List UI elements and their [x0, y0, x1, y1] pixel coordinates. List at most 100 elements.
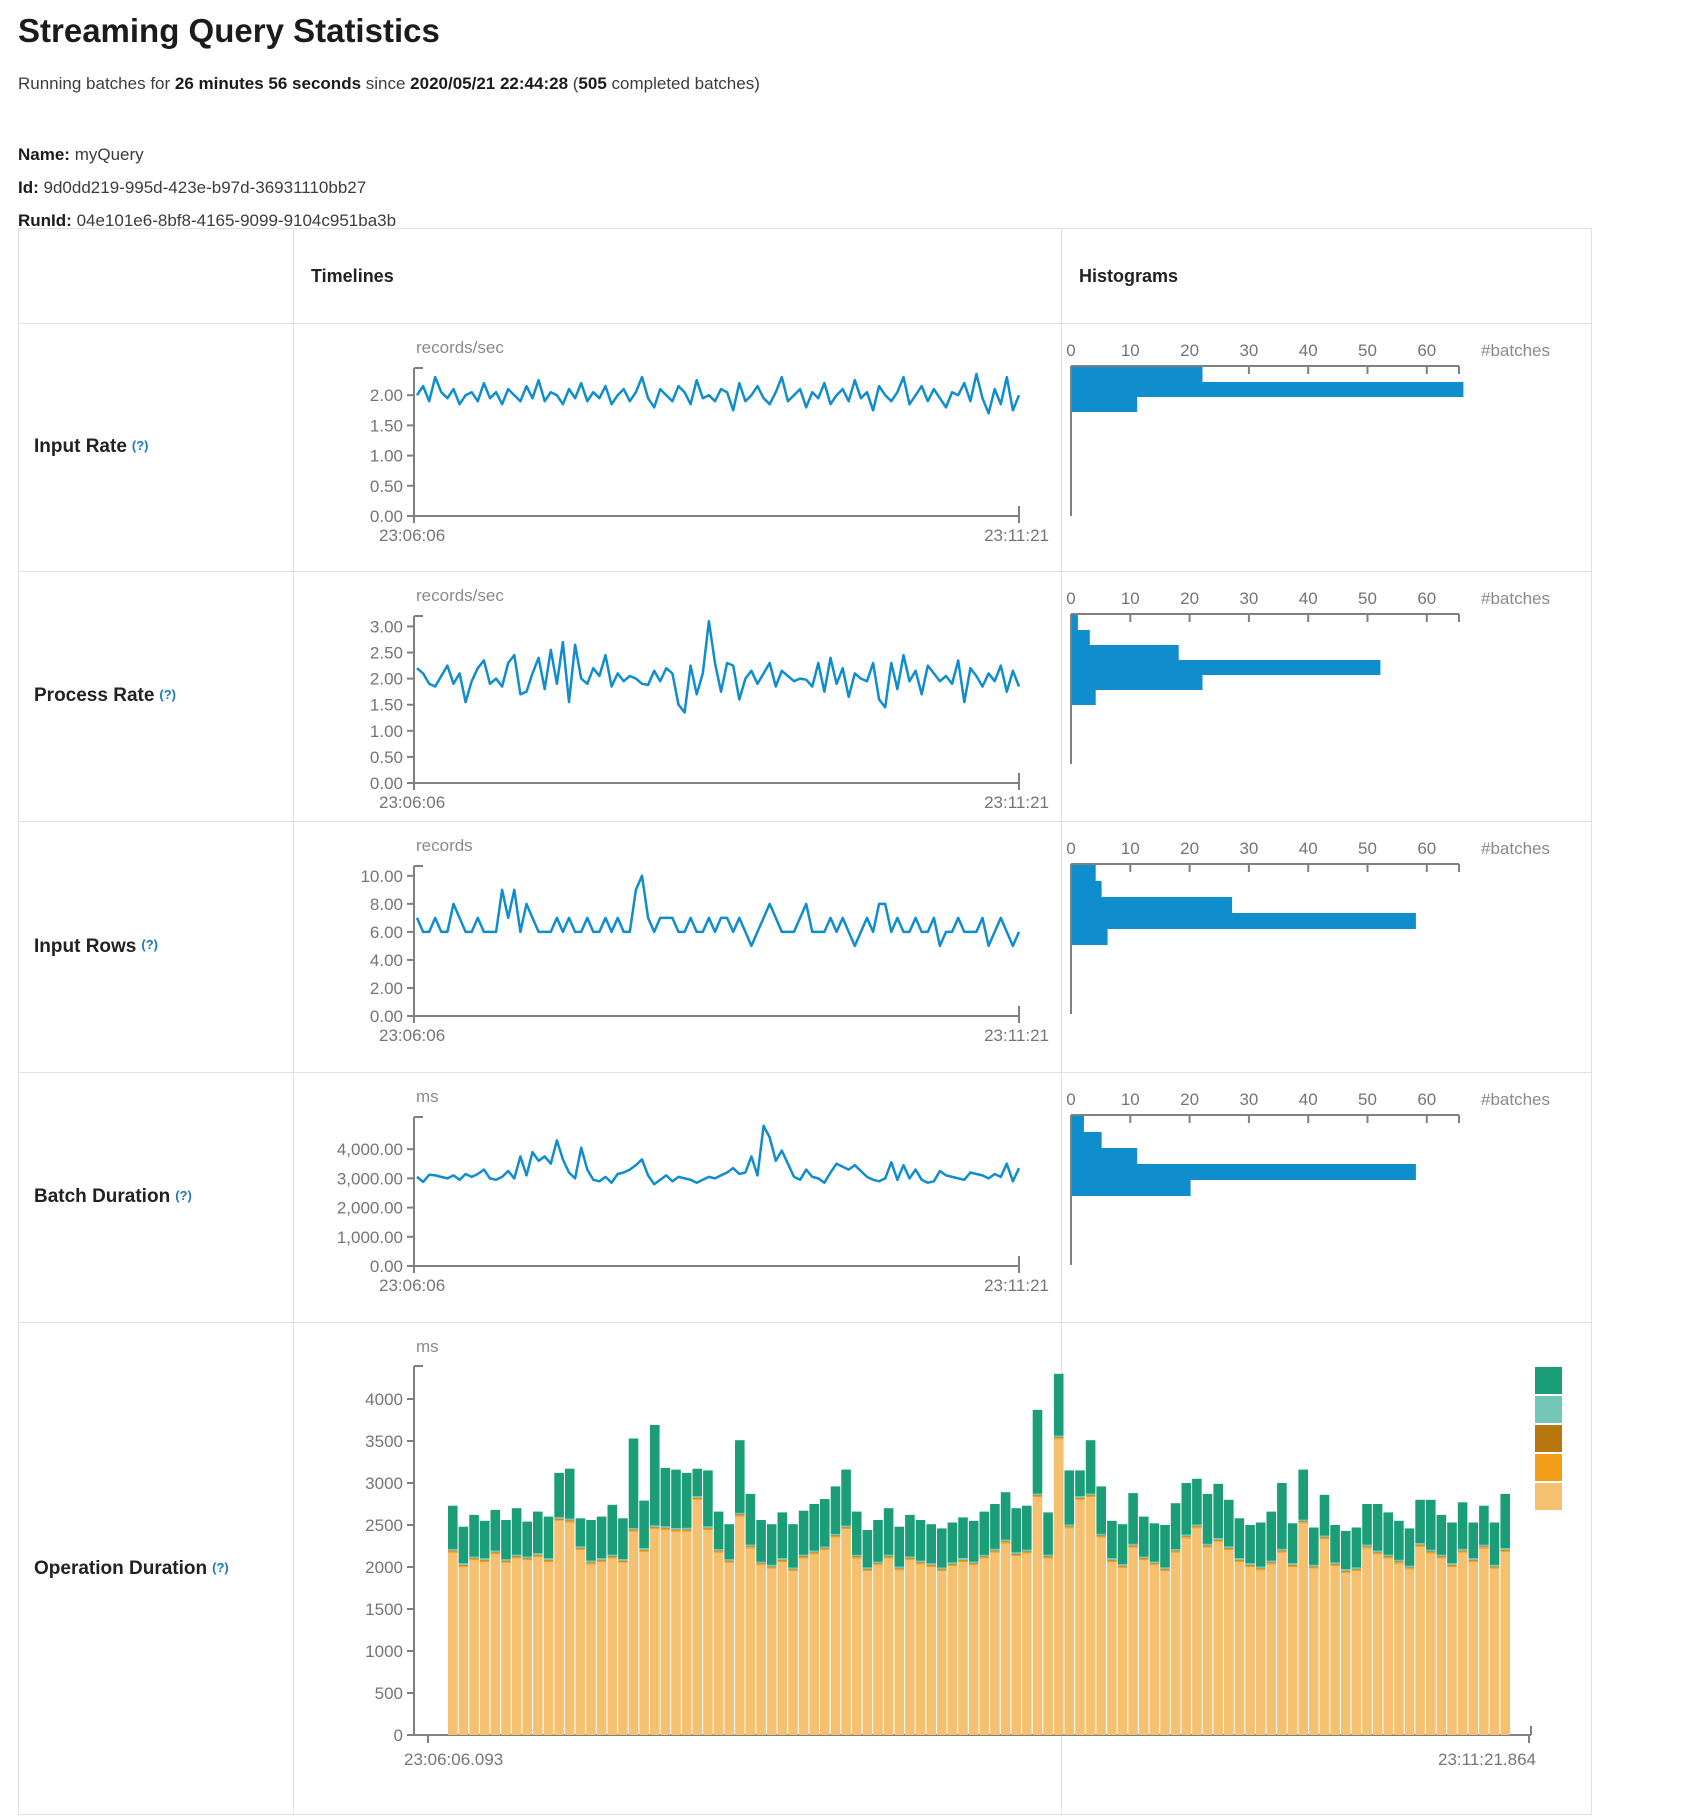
status-start-time: 2020/05/21 22:44:28	[410, 74, 568, 93]
svg-text:50: 50	[1358, 589, 1377, 608]
svg-text:0: 0	[1066, 839, 1075, 858]
statistics-table: Timelines Histograms Input Rate(?) recor…	[18, 228, 1592, 1815]
timelines-column-header: Timelines	[311, 229, 394, 323]
svg-text:20: 20	[1180, 839, 1199, 858]
svg-text:0.50: 0.50	[370, 477, 403, 496]
svg-text:records/sec: records/sec	[416, 338, 504, 357]
svg-text:4,000.00: 4,000.00	[337, 1140, 403, 1159]
svg-text:0.00: 0.00	[370, 774, 403, 793]
batch-duration-label: Batch Duration(?)	[34, 1072, 284, 1322]
process-rate-row: Process Rate(?) records/sec 3.00 2.50 2.00 1…	[19, 571, 1593, 821]
svg-text:20: 20	[1180, 589, 1199, 608]
batch-duration-row: Batch Duration(?) ms4,000.003,000.002,00…	[19, 1072, 1593, 1322]
svg-text:#batches: #batches	[1481, 1090, 1550, 1109]
svg-text:23:06:06: 23:06:06	[379, 793, 445, 812]
svg-text:10: 10	[1121, 839, 1140, 858]
input-rows-histogram-chart: #batches0102030405060	[1061, 821, 1593, 1072]
input-rows-help-icon[interactable]: (?)	[141, 937, 158, 952]
status-mid: since	[361, 74, 410, 93]
query-id-label: Id:	[18, 178, 39, 197]
svg-text:3500: 3500	[365, 1432, 403, 1451]
svg-text:6.00: 6.00	[370, 923, 403, 942]
svg-text:ms: ms	[416, 1337, 439, 1356]
svg-text:#batches: #batches	[1481, 341, 1550, 360]
svg-text:20: 20	[1180, 341, 1199, 360]
svg-text:2500: 2500	[365, 1516, 403, 1535]
batch-duration-histogram-chart: #batches0102030405060	[1061, 1072, 1593, 1322]
process-rate-label: Process Rate(?)	[34, 571, 284, 821]
operation-duration-stacked-chart: ms4000350030002500200015001000500023:06:…	[293, 1322, 1593, 1816]
svg-text:1.50: 1.50	[370, 416, 403, 435]
query-name-value: myQuery	[75, 145, 144, 164]
svg-text:records: records	[416, 836, 473, 855]
svg-text:1.00: 1.00	[370, 447, 403, 466]
status-paren: (	[568, 74, 578, 93]
process-rate-histogram-chart: #batches0102030405060	[1061, 571, 1593, 821]
svg-text:10: 10	[1121, 1090, 1140, 1109]
svg-text:2.50: 2.50	[370, 644, 403, 663]
svg-text:4.00: 4.00	[370, 951, 403, 970]
svg-text:3,000.00: 3,000.00	[337, 1169, 403, 1188]
svg-text:50: 50	[1358, 341, 1377, 360]
svg-text:10: 10	[1121, 341, 1140, 360]
status-suffix: completed batches)	[607, 74, 760, 93]
process-rate-timeline-chart: records/sec3.002.502.001.501.000.500.002…	[293, 571, 1061, 821]
svg-text:8.00: 8.00	[370, 895, 403, 914]
input-rate-help-icon[interactable]: (?)	[132, 438, 149, 453]
svg-text:0.50: 0.50	[370, 748, 403, 767]
svg-text:10.00: 10.00	[360, 867, 403, 886]
svg-text:20: 20	[1180, 1090, 1199, 1109]
svg-text:3.00: 3.00	[370, 617, 403, 636]
operation-duration-label: Operation Duration(?)	[34, 1322, 284, 1816]
svg-text:23:06:06: 23:06:06	[379, 1276, 445, 1295]
svg-text:#batches: #batches	[1481, 589, 1550, 608]
svg-text:60: 60	[1417, 341, 1436, 360]
status-line: Running batches for 26 minutes 56 second…	[18, 74, 760, 94]
svg-text:23:11:21: 23:11:21	[984, 1276, 1049, 1295]
svg-text:1000: 1000	[365, 1642, 403, 1661]
streaming-query-statistics-page: Streaming Query Statistics Running batch…	[0, 0, 1693, 1820]
operation-duration-help-icon[interactable]: (?)	[212, 1560, 229, 1575]
svg-text:50: 50	[1358, 839, 1377, 858]
svg-text:23:06:06: 23:06:06	[379, 526, 445, 545]
svg-text:500: 500	[375, 1684, 403, 1703]
svg-text:ms: ms	[416, 1087, 439, 1106]
svg-text:3000: 3000	[365, 1474, 403, 1493]
input-rows-label: Input Rows(?)	[34, 821, 284, 1072]
batch-duration-help-icon[interactable]: (?)	[175, 1188, 192, 1203]
svg-text:30: 30	[1239, 1090, 1258, 1109]
svg-text:1,000.00: 1,000.00	[337, 1228, 403, 1247]
svg-text:records/sec: records/sec	[416, 586, 504, 605]
svg-text:0: 0	[1066, 589, 1075, 608]
svg-text:0.00: 0.00	[370, 1007, 403, 1026]
svg-text:2.00: 2.00	[370, 979, 403, 998]
svg-text:30: 30	[1239, 341, 1258, 360]
svg-text:0: 0	[1066, 341, 1075, 360]
process-rate-help-icon[interactable]: (?)	[159, 687, 176, 702]
svg-text:40: 40	[1299, 1090, 1318, 1109]
svg-text:0: 0	[394, 1726, 403, 1745]
svg-text:10: 10	[1121, 589, 1140, 608]
query-id-value: 9d0dd219-995d-423e-b97d-36931110bb27	[44, 178, 367, 197]
svg-text:4000: 4000	[365, 1390, 403, 1409]
query-id-line: Id: 9d0dd219-995d-423e-b97d-36931110bb27	[18, 171, 396, 204]
status-batch-count: 505	[578, 74, 606, 93]
query-name-label: Name:	[18, 145, 70, 164]
query-meta: Name: myQuery Id: 9d0dd219-995d-423e-b97…	[18, 138, 396, 237]
status-duration: 26 minutes 56 seconds	[175, 74, 361, 93]
svg-text:40: 40	[1299, 341, 1318, 360]
query-name-line: Name: myQuery	[18, 138, 396, 171]
svg-text:60: 60	[1417, 589, 1436, 608]
svg-text:2.00: 2.00	[370, 670, 403, 689]
svg-text:60: 60	[1417, 1090, 1436, 1109]
svg-text:2000: 2000	[365, 1558, 403, 1577]
svg-text:1.00: 1.00	[370, 722, 403, 741]
svg-text:1500: 1500	[365, 1600, 403, 1619]
page-title: Streaming Query Statistics	[18, 12, 440, 50]
operation-duration-row: Operation Duration(?) ms 4000 3500 3000 2500…	[19, 1322, 1593, 1816]
svg-text:23:11:21.864: 23:11:21.864	[1438, 1750, 1536, 1769]
svg-text:30: 30	[1239, 589, 1258, 608]
svg-text:#batches: #batches	[1481, 839, 1550, 858]
svg-text:60: 60	[1417, 839, 1436, 858]
svg-text:40: 40	[1299, 839, 1318, 858]
